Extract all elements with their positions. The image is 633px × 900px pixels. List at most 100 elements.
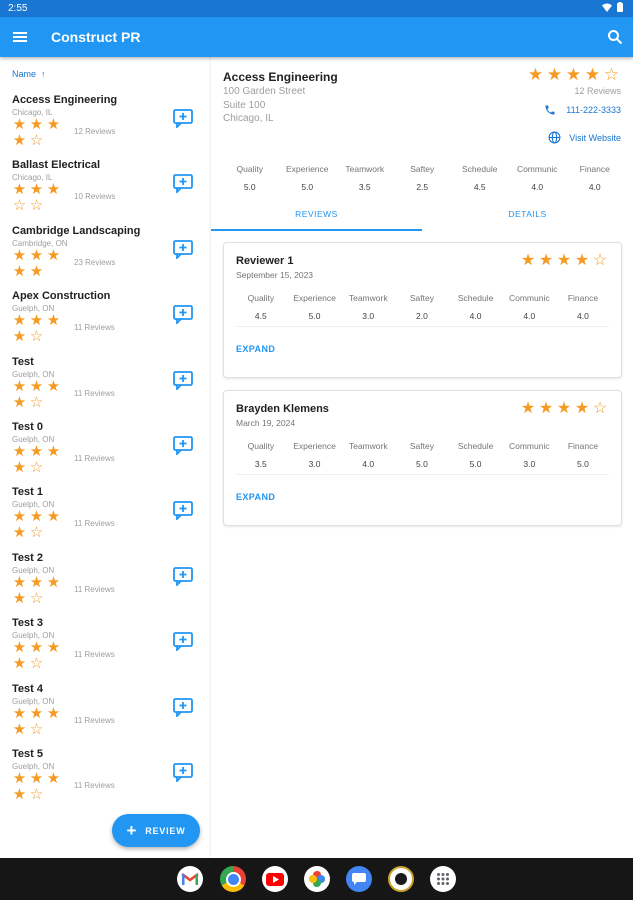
- app-icon[interactable]: [388, 866, 414, 892]
- star-filled-icon: ★: [46, 377, 61, 395]
- expand-button[interactable]: EXPAND: [236, 492, 275, 502]
- star-filled-icon: ★: [46, 704, 61, 722]
- metric-label: Finance: [567, 293, 599, 303]
- gmail-icon[interactable]: [177, 866, 203, 892]
- add-review-icon[interactable]: [172, 566, 194, 586]
- star-filled-icon: ★: [538, 252, 554, 269]
- metric-label: Quality: [247, 293, 275, 303]
- metric-column: Saftey 2.0: [395, 293, 449, 321]
- metric-column: Experience 5.0: [279, 164, 337, 192]
- star-filled-icon: ★: [29, 443, 44, 460]
- star-filled-icon: ★: [12, 181, 27, 199]
- company-list-item[interactable]: Access Engineering Chicago, IL ★ ★ ★ ★ ☆ 12 Rev…: [0, 94, 211, 159]
- star-filled-icon: ★: [565, 65, 582, 84]
- metric-value: 2.0: [415, 311, 428, 321]
- messages-icon[interactable]: [346, 866, 372, 892]
- review-card: Brayden Klemens March 19, 2024 ★ ★ ★ ★ ☆ Qualit…: [223, 390, 622, 526]
- metric-column: Communic 3.0: [502, 441, 556, 469]
- star-filled-icon: ★: [12, 786, 27, 803]
- company-rating-stars: ★ ★ ★ ★ ☆: [11, 640, 65, 672]
- expand-button[interactable]: EXPAND: [236, 344, 275, 354]
- star-filled-icon: ★: [574, 400, 590, 417]
- company-list-item[interactable]: Ballast Electrical Chicago, IL ★ ★ ★ ☆ ☆ 10 Rev…: [0, 159, 211, 224]
- add-review-icon[interactable]: [172, 762, 194, 782]
- review-rating-stars: ★ ★ ★ ★ ☆: [519, 401, 609, 417]
- star-empty-icon: ☆: [29, 589, 44, 607]
- add-review-icon[interactable]: [172, 108, 194, 128]
- metric-label: Teamwork: [348, 441, 388, 451]
- metric-column: Teamwork 3.0: [341, 293, 395, 321]
- metric-value: 5.0: [308, 311, 321, 321]
- star-filled-icon: ★: [12, 312, 27, 330]
- metric-label: Finance: [567, 441, 599, 451]
- star-filled-icon: ★: [12, 393, 27, 411]
- company-list-item[interactable]: Test 5 Guelph, ON ★ ★ ★ ★ ☆ 11 Reviews: [0, 748, 211, 813]
- company-list-item[interactable]: Test 3 Guelph, ON ★ ★ ★ ★ ☆ 11 Reviews: [0, 617, 211, 682]
- star-filled-icon: ★: [12, 508, 27, 526]
- star-filled-icon: ★: [546, 65, 563, 84]
- company-list-item[interactable]: Test Guelph, ON ★ ★ ★ ★ ☆ 11 Reviews: [0, 356, 211, 421]
- review-metrics: Quality 4.5 Experience 5.0 Teamwork 3.0 Saftey…: [234, 293, 610, 321]
- metric-value: 3.0: [362, 311, 375, 321]
- review-count: 11 Reviews: [74, 715, 115, 725]
- review-card: Reviewer 1 September 15, 2023 ★ ★ ★ ★ ☆ Quality…: [223, 242, 622, 378]
- metric-column: Quality 4.5: [234, 293, 288, 321]
- star-empty-icon: ☆: [29, 197, 44, 215]
- add-review-icon[interactable]: [172, 239, 194, 259]
- app-drawer-icon[interactable]: [430, 866, 456, 892]
- company-list-item[interactable]: Test 4 Guelph, ON ★ ★ ★ ★ ☆ 11 Reviews: [0, 683, 211, 748]
- company-list-item[interactable]: Test 2 Guelph, ON ★ ★ ★ ★ ☆ 11 Reviews: [0, 552, 211, 617]
- company-name: Test 5: [12, 748, 43, 760]
- metric-value: 5.0: [577, 459, 589, 469]
- tab-reviews[interactable]: REVIEWS: [211, 197, 422, 231]
- star-filled-icon: ★: [29, 116, 44, 133]
- metric-value: 4.0: [362, 459, 375, 469]
- detail-metrics: Quality 5.0 Experience 5.0 Teamwork 3.5 Saftey…: [221, 164, 624, 192]
- star-filled-icon: ★: [12, 770, 27, 787]
- add-review-icon[interactable]: [172, 435, 194, 455]
- review-count: 11 Reviews: [74, 781, 115, 790]
- detail-review-count: 12 Reviews: [574, 86, 621, 96]
- company-list-item[interactable]: Cambridge Landscaping Cambridge, ON ★ ★ ★ ★ ★ 2…: [0, 225, 211, 290]
- review-metrics: Quality 3.5 Experience 3.0 Teamwork 4.0 Saftey…: [234, 441, 610, 469]
- star-filled-icon: ★: [29, 639, 44, 657]
- star-filled-icon: ★: [46, 246, 61, 264]
- star-filled-icon: ★: [29, 377, 44, 395]
- sort-control[interactable]: Name ↑: [12, 69, 46, 79]
- website-link[interactable]: Visit Website: [548, 131, 621, 144]
- company-name: Test 1: [12, 486, 43, 499]
- photos-icon[interactable]: [304, 866, 330, 892]
- metric-label: Experience: [293, 293, 336, 303]
- tab-details[interactable]: DETAILS: [422, 197, 633, 231]
- youtube-icon[interactable]: [262, 866, 288, 892]
- metric-label: Communic: [508, 293, 550, 303]
- add-review-icon[interactable]: [172, 697, 194, 717]
- star-filled-icon: ★: [46, 443, 61, 460]
- add-review-icon[interactable]: [172, 304, 194, 325]
- star-filled-icon: ★: [12, 116, 27, 133]
- add-review-icon[interactable]: [172, 631, 194, 652]
- star-filled-icon: ★: [29, 770, 44, 787]
- divider: [236, 474, 609, 475]
- metric-label: Saftey: [409, 441, 434, 451]
- metric-label: Teamwork: [345, 164, 385, 174]
- menu-icon[interactable]: [12, 29, 28, 45]
- add-review-fab[interactable]: + REVIEW: [112, 814, 200, 847]
- metric-value: 4.0: [531, 182, 544, 192]
- app-title: Construct PR: [51, 29, 141, 45]
- add-review-icon[interactable]: [172, 500, 194, 521]
- company-rating-stars: ★ ★ ★ ★ ★: [11, 246, 65, 280]
- company-list-item[interactable]: Test 0 Guelph, ON ★ ★ ★ ★ ☆ 11 Reviews: [0, 421, 211, 486]
- android-dock: [0, 858, 633, 900]
- add-review-icon[interactable]: [172, 173, 194, 194]
- phone-link[interactable]: 111-222-3333: [544, 104, 621, 116]
- star-filled-icon: ★: [556, 252, 572, 269]
- add-review-icon[interactable]: [172, 370, 194, 390]
- company-list-item[interactable]: Apex Construction Guelph, ON ★ ★ ★ ★ ☆ 11 Revie…: [0, 290, 211, 355]
- metric-label: Quality: [247, 441, 275, 451]
- search-icon[interactable]: [607, 29, 623, 45]
- chrome-icon[interactable]: [220, 866, 246, 892]
- company-detail: Access Engineering 100 Garden Street Sui…: [211, 57, 633, 858]
- metric-value: 3.0: [308, 459, 321, 469]
- company-list-item[interactable]: Test 1 Guelph, ON ★ ★ ★ ★ ☆ 11 Reviews: [0, 486, 211, 551]
